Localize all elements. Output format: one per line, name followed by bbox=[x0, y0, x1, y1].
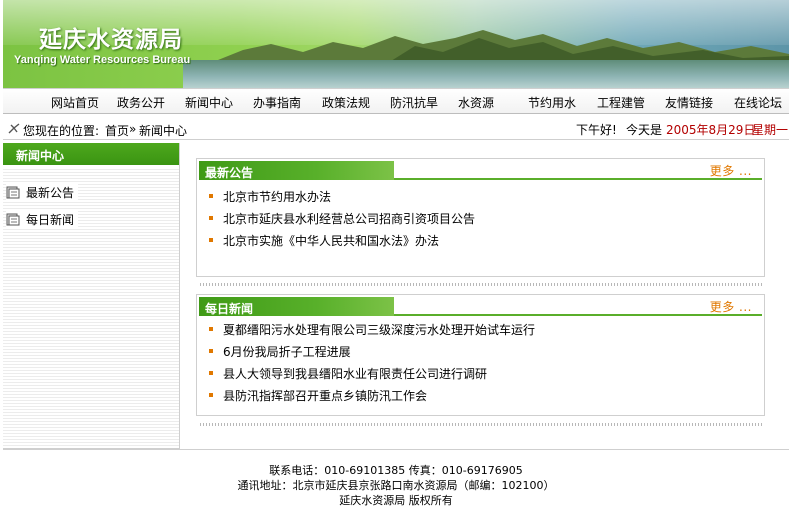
sidebar-item-label: 每日新闻 bbox=[26, 212, 75, 227]
sidebar-title: 新闻中心 bbox=[3, 143, 179, 165]
nav-item-flood-control[interactable]: 防汛抗旱 bbox=[390, 94, 438, 111]
footer-copyright: 延庆水资源局 版权所有 bbox=[339, 494, 453, 507]
site-title-english: Yanqing Water Resources Bureau bbox=[14, 54, 191, 66]
breadcrumb-current: 新闻中心 bbox=[139, 124, 188, 138]
list-item[interactable]: 县人大领导到我县缙阳水业有限责任公司进行调研 bbox=[209, 362, 535, 384]
footer-divider bbox=[3, 449, 789, 450]
news-list: 夏都缙阳污水处理有限公司三级深度污水处理开始试车运行 6月份我局折子工程进展 县… bbox=[209, 318, 535, 406]
bullet-icon bbox=[209, 216, 213, 220]
list-item[interactable]: 北京市延庆县水利经营总公司招商引资项目公告 bbox=[209, 207, 475, 229]
bullet-icon bbox=[209, 194, 213, 198]
nav-item-water-saving[interactable]: 节约用水 bbox=[528, 94, 576, 111]
main-nav: 网站首页 政务公开 新闻中心 办事指南 政策法规 防汛抗旱 水资源 节约用水 工… bbox=[3, 88, 789, 114]
nav-item-links[interactable]: 友情链接 bbox=[665, 94, 713, 111]
nav-item-home[interactable]: 网站首页 bbox=[51, 94, 99, 111]
nav-item-engineering[interactable]: 工程建管 bbox=[597, 94, 645, 111]
daily-news-panel: 每日新闻 更多 ... 夏都缙阳污水处理有限公司三级深度污水处理开始试车运行 6… bbox=[196, 294, 765, 416]
panel-title-underline bbox=[394, 178, 762, 180]
bullet-icon bbox=[209, 349, 213, 353]
nav-item-government-affairs[interactable]: 政务公开 bbox=[117, 94, 165, 111]
nav-item-service-guide[interactable]: 办事指南 bbox=[253, 94, 301, 111]
book-icon bbox=[6, 186, 20, 198]
footer-contact: 联系电话：010-69101385 传真：010-69176905 bbox=[269, 464, 523, 477]
sidebar-item-daily-news[interactable]: 每日新闻 bbox=[6, 210, 79, 228]
today-label: 今天是 bbox=[626, 123, 663, 137]
more-link[interactable]: 更多 ... bbox=[710, 298, 752, 315]
latest-notices-panel: 最新公告 更多 ... 北京市节约用水办法 北京市延庆县水利经营总公司招商引资项… bbox=[196, 158, 765, 277]
list-item[interactable]: 6月份我局折子工程进展 bbox=[209, 340, 535, 362]
nav-item-water-resources[interactable]: 水资源 bbox=[458, 94, 494, 111]
list-item[interactable]: 县防汛指挥部召开重点乡镇防汛工作会 bbox=[209, 384, 535, 406]
footer-address: 通讯地址：北京市延庆县京张路口南水资源局（邮编：102100） bbox=[237, 479, 555, 492]
location-bar: 您现在的位置: 首页 » 新闻中心 下午好! 今天是 2005年8月29日 星期… bbox=[3, 118, 789, 140]
current-date: 2005年8月29日 bbox=[666, 123, 756, 137]
dotted-divider bbox=[200, 423, 762, 426]
greeting-text: 下午好! bbox=[576, 123, 617, 137]
bullet-icon bbox=[209, 327, 213, 331]
dotted-divider bbox=[200, 283, 762, 286]
location-label: 您现在的位置: bbox=[23, 124, 100, 138]
bullet-icon bbox=[209, 371, 213, 375]
panel-title: 每日新闻 bbox=[199, 297, 394, 316]
bullet-icon bbox=[209, 238, 213, 242]
list-item[interactable]: 北京市节约用水办法 bbox=[209, 185, 475, 207]
list-item[interactable]: 夏都缙阳污水处理有限公司三级深度污水处理开始试车运行 bbox=[209, 318, 535, 340]
breadcrumb-separator: » bbox=[129, 122, 137, 136]
list-item[interactable]: 北京市实施《中华人民共和国水法》办法 bbox=[209, 229, 475, 251]
nav-item-policies[interactable]: 政策法规 bbox=[322, 94, 370, 111]
location-icon bbox=[8, 123, 20, 134]
nav-item-forum[interactable]: 在线论坛 bbox=[734, 94, 782, 111]
banner-water bbox=[183, 60, 789, 88]
sidebar-item-latest-notices[interactable]: 最新公告 bbox=[6, 183, 79, 201]
bullet-icon bbox=[209, 393, 213, 397]
site-title: 延庆水资源局 bbox=[39, 27, 183, 53]
header-banner: 延庆水资源局 Yanqing Water Resources Bureau bbox=[3, 0, 789, 88]
current-weekday: 星期一 bbox=[752, 123, 789, 137]
nav-item-news-center[interactable]: 新闻中心 bbox=[185, 94, 233, 111]
more-link[interactable]: 更多 ... bbox=[710, 162, 752, 179]
book-icon bbox=[6, 213, 20, 225]
notice-list: 北京市节约用水办法 北京市延庆县水利经营总公司招商引资项目公告 北京市实施《中华… bbox=[209, 185, 475, 251]
panel-title-underline bbox=[394, 314, 762, 316]
panel-title: 最新公告 bbox=[199, 161, 394, 180]
left-sidebar: 新闻中心 最新公告 每日新闻 bbox=[3, 143, 180, 449]
sidebar-item-label: 最新公告 bbox=[26, 185, 75, 200]
breadcrumb-home[interactable]: 首页 bbox=[105, 122, 129, 139]
